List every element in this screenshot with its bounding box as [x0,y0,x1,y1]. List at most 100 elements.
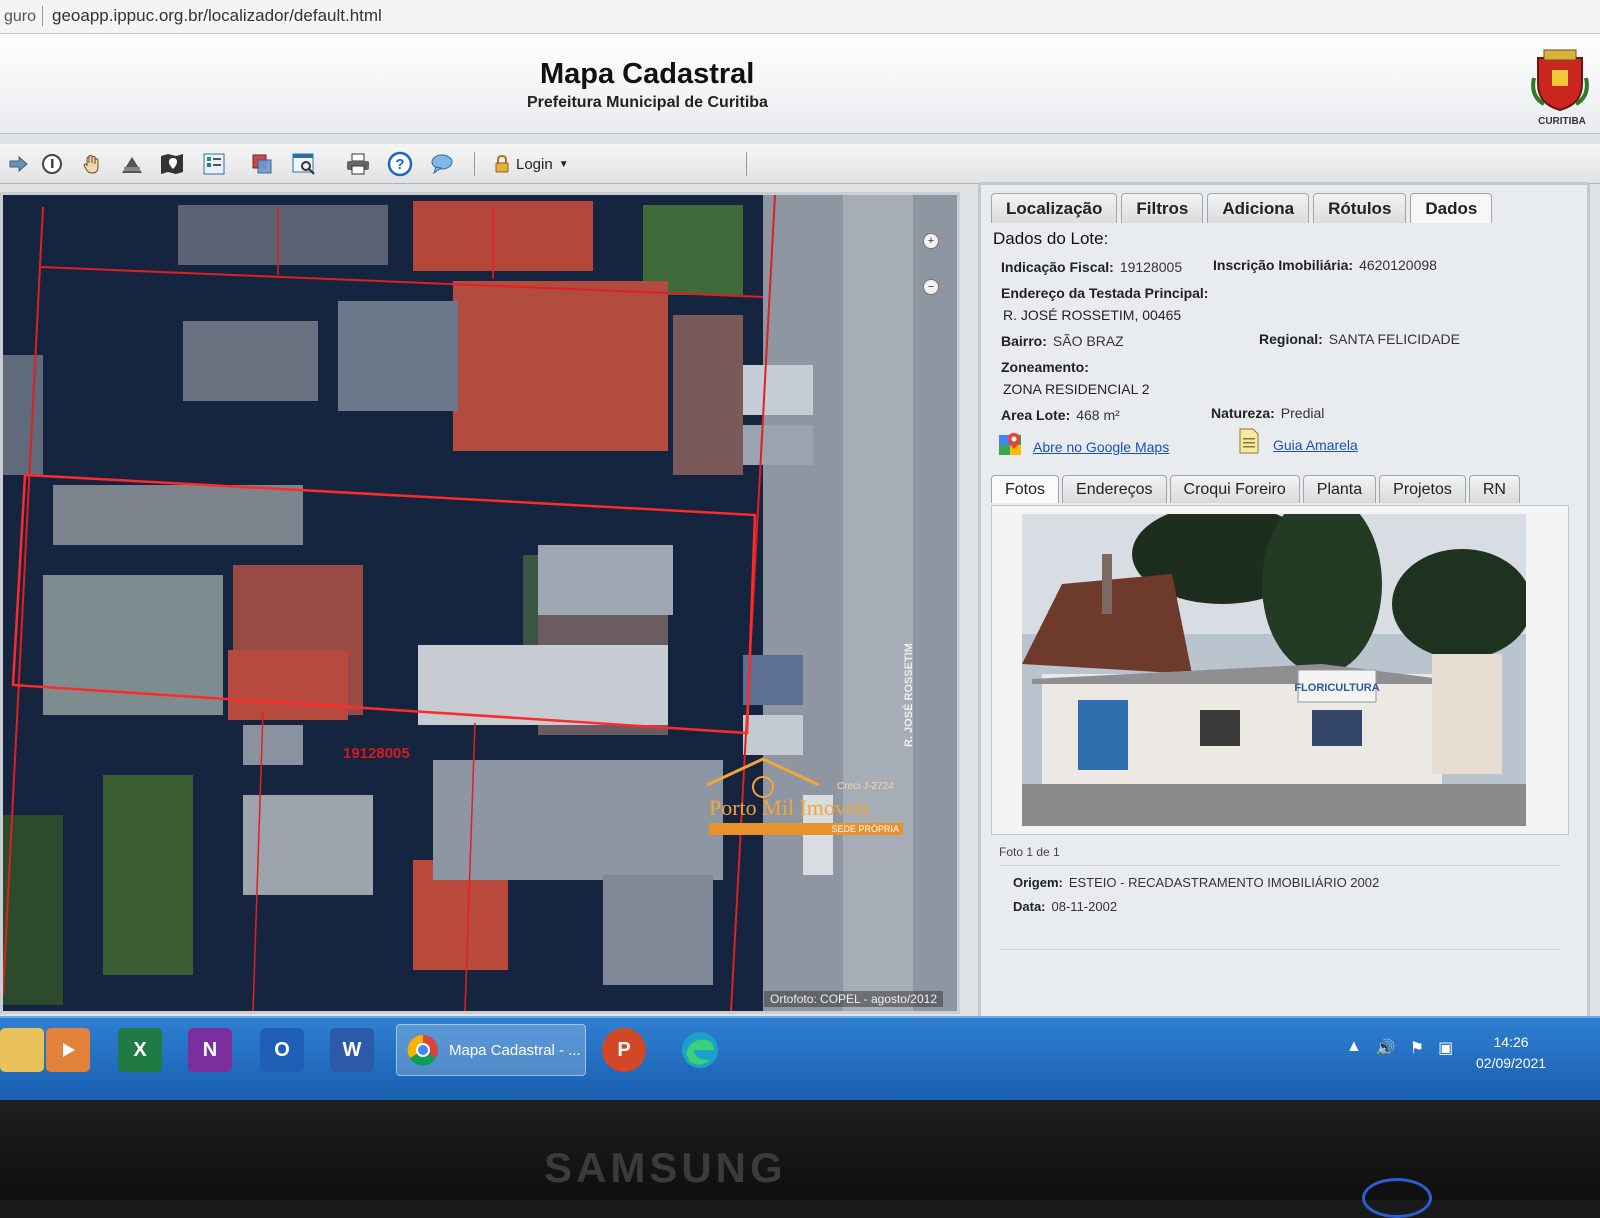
crest-label: CURITIBA [1538,116,1586,127]
chrome-icon [407,1034,438,1066]
app-header: Mapa Cadastral Prefeitura Municipal de C… [0,34,1600,134]
data-panel: Localização Filtros Adiciona Rótulos Dad… [978,182,1590,1030]
taskbar: X N O W Mapa Cadastral - ... P ▲ 🔊 ⚑ ▣ 1… [0,1016,1600,1100]
tab-croqui-foreiro[interactable]: Croqui Foreiro [1169,475,1300,503]
system-clock[interactable]: 14:26 02/09/2021 [1476,1032,1546,1074]
google-maps-link[interactable]: Abre no Google Maps [1033,439,1169,455]
flag-icon[interactable]: ⚑ [1410,1038,1424,1058]
word-icon[interactable]: W [330,1028,374,1072]
aerial-photo [3,195,957,1011]
screen: guro geoapp.ippuc.org.br/localizador/def… [0,0,1600,1100]
info-icon[interactable] [38,150,66,178]
toolbar-separator [474,152,475,176]
security-indicator: guro [4,8,37,25]
chat-icon[interactable] [428,150,456,178]
zoom-in-button[interactable]: + [923,233,939,249]
lot-photo[interactable]: FLORICULTURA [1022,514,1526,826]
excel-icon[interactable]: X [118,1028,162,1072]
measure-icon[interactable] [118,150,146,178]
powerpoint-icon[interactable]: P [602,1028,646,1072]
tab-rn[interactable]: RN [1468,475,1520,503]
watermark: Creci J-2724 Porto Mil Imoveis SEDE PRÓP… [703,755,903,835]
legend-icon[interactable] [200,150,228,178]
network-icon[interactable]: ▣ [1438,1038,1453,1058]
map-layers-icon[interactable] [158,150,186,178]
monitor-bezel: SAMSUNG [0,1100,1600,1218]
zoneamento-label: Zoneamento: [1001,359,1089,375]
tray-expand-icon[interactable]: ▲ [1346,1038,1362,1058]
regional-label: Regional: [1259,331,1323,347]
tab-dados[interactable]: Dados [1410,193,1493,223]
data-value: 08-11-2002 [1051,899,1118,914]
photo-viewer: FLORICULTURA [991,505,1569,835]
tab-enderecos[interactable]: Endereços [1062,475,1167,503]
edge-icon[interactable] [678,1028,722,1072]
outlook-icon[interactable]: O [260,1028,304,1072]
address-separator [42,6,43,26]
street-label: R. JOSÉ ROSSETIM [903,643,915,747]
file-explorer-icon[interactable] [0,1028,44,1072]
page-subtitle: Prefeitura Municipal de Curitiba [527,94,768,111]
search-window-icon[interactable] [290,150,318,178]
toolbar-separator [746,152,747,176]
city-crest-icon [1531,49,1589,112]
area-value: 468 m² [1076,407,1120,423]
area-label: Area Lote: [1001,407,1071,423]
lot-label: 19128005 [343,745,410,762]
lock-icon [495,155,509,173]
endereco-value: R. JOSÉ ROSSETIM, 00465 [1003,307,1182,323]
clock-time: 14:26 [1493,1034,1529,1050]
power-indicator [1362,1178,1432,1218]
url-text[interactable]: geoapp.ippuc.org.br/localizador/default.… [52,6,382,26]
login-label: Login [516,155,553,173]
forward-icon[interactable] [4,150,32,178]
tab-rotulos[interactable]: Rótulos [1313,193,1407,223]
bairro-value: SÃO BRAZ [1052,333,1124,349]
media-player-icon[interactable] [46,1028,90,1072]
section-title: Dados do Lote: [993,229,1109,248]
tab-adiciona[interactable]: Adiciona [1207,193,1310,223]
map-credit: Ortofoto: COPEL - agosto/2012 [764,991,943,1007]
tab-localizacao[interactable]: Localização [991,193,1118,223]
main-tabs: Localização Filtros Adiciona Rótulos Dad… [991,193,1493,223]
tab-fotos[interactable]: Fotos [991,475,1060,503]
photo-sign-text: FLORICULTURA [1294,682,1379,694]
building-photo: FLORICULTURA [1022,514,1526,826]
onenote-icon[interactable]: N [188,1028,232,1072]
document-icon[interactable] [1237,427,1261,455]
origem-label: Origem: [1013,875,1063,890]
guia-amarela-link[interactable]: Guia Amarela [1273,437,1358,453]
taskbar-chrome-window[interactable]: Mapa Cadastral - ... [396,1024,586,1076]
svg-text:?: ? [395,156,404,173]
indicacao-label: Indicação Fiscal: [1001,259,1114,275]
print-icon[interactable] [344,150,372,178]
divider [1001,949,1561,950]
watermark-brand: Porto Mil Imoveis [709,795,871,820]
overlay-icon[interactable] [248,150,276,178]
photo-tabs: Fotos Endereços Croqui Foreiro Planta Pr… [991,475,1520,505]
login-button[interactable]: Login ▼ [494,152,569,176]
address-bar[interactable]: guro geoapp.ippuc.org.br/localizador/def… [0,0,1600,34]
data-label: Data: [1013,899,1046,914]
tab-projetos[interactable]: Projetos [1379,475,1466,503]
google-maps-icon[interactable] [997,431,1023,457]
natureza-value: Predial [1280,405,1325,421]
page-title: Mapa Cadastral [540,58,755,90]
map-view[interactable]: + − 19128005 R. JOSÉ ROSSETIM Creci J-27… [0,192,960,1014]
endereco-label: Endereço da Testada Principal: [1001,285,1209,301]
inscricao-label: Inscrição Imobiliária: [1213,257,1354,273]
monitor-brand: SAMSUNG [544,1144,787,1191]
system-tray: ▲ 🔊 ⚑ ▣ [1346,1038,1453,1058]
volume-icon[interactable]: 🔊 [1376,1038,1396,1058]
watermark-tag: SEDE PRÓPRIA [709,823,903,835]
help-icon[interactable]: ? [386,150,414,178]
indicacao-value: 19128005 [1119,259,1183,275]
bairro-label: Bairro: [1001,333,1047,349]
tab-planta[interactable]: Planta [1302,475,1377,503]
zoom-out-button[interactable]: − [923,279,939,295]
house-logo-icon [706,757,820,798]
pan-hand-icon[interactable] [78,150,106,178]
lot-info: Indicação Fiscal: 19128005 Inscrição Imob… [999,247,1571,507]
tab-filtros[interactable]: Filtros [1121,193,1204,223]
divider [1001,865,1561,866]
